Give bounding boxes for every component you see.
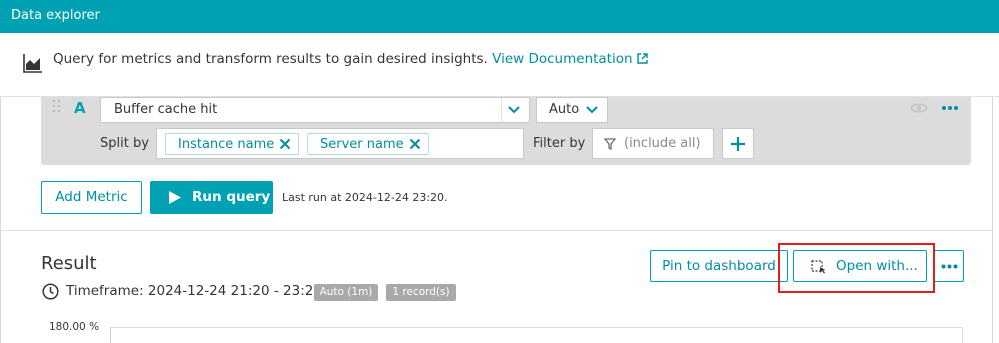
result-title: Result xyxy=(41,253,97,274)
info-text: Query for metrics and transform results … xyxy=(53,51,488,67)
add-metric-button[interactable]: Add Metric xyxy=(41,181,142,214)
more-options-icon[interactable] xyxy=(941,105,959,111)
split-chip-instance-name[interactable]: Instance name xyxy=(165,133,299,155)
left-border xyxy=(0,97,1,343)
filter-by-input[interactable]: (include all) xyxy=(592,128,714,159)
more-actions-button[interactable] xyxy=(933,250,964,282)
aggregation-select[interactable]: Auto xyxy=(536,97,608,123)
last-run-text: Last run at 2024-12-24 23:20. xyxy=(282,191,448,204)
run-query-label: Run query xyxy=(192,189,271,205)
add-filter-button[interactable] xyxy=(722,128,754,159)
filter-icon xyxy=(604,138,616,150)
metric-divider xyxy=(501,98,502,122)
resolution-badge: Auto (1m) xyxy=(314,284,378,301)
metric-value: Buffer cache hit xyxy=(114,102,218,117)
split-chip-label: Server name xyxy=(320,137,404,152)
filter-by-label: Filter by xyxy=(533,136,586,151)
more-options-icon xyxy=(941,264,958,269)
clock-icon xyxy=(42,283,59,300)
query-letter: A xyxy=(74,99,86,117)
external-link-icon xyxy=(636,53,648,64)
y-axis-top-label: 180.00 % xyxy=(49,321,100,333)
view-documentation-link[interactable]: View Documentation xyxy=(492,51,648,67)
split-chip-label: Instance name xyxy=(178,137,275,152)
area-chart-icon xyxy=(23,54,42,73)
record-count-badge: 1 record(s) xyxy=(386,284,456,301)
info-message: Query for metrics and transform results … xyxy=(53,51,648,67)
split-by-input[interactable]: Instance name Server name xyxy=(156,128,524,159)
view-documentation-label: View Documentation xyxy=(492,51,633,67)
eye-icon[interactable] xyxy=(910,102,928,114)
right-border xyxy=(992,97,993,343)
filter-placeholder: (include all) xyxy=(624,136,701,151)
section-divider xyxy=(1,230,992,231)
timeframe-text: Timeframe: 2024-12-24 21:20 - 23:20 xyxy=(66,283,322,299)
close-icon[interactable] xyxy=(279,138,291,150)
chevron-down-icon xyxy=(508,106,520,114)
metric-select[interactable]: Buffer cache hit xyxy=(100,97,530,123)
pin-to-dashboard-button[interactable]: Pin to dashboard xyxy=(650,250,788,282)
chart-area xyxy=(110,327,963,343)
chevron-down-icon xyxy=(586,106,598,114)
title-bar: Data explorer xyxy=(0,0,999,33)
drag-handle-icon[interactable] xyxy=(53,100,61,114)
close-icon[interactable] xyxy=(409,138,421,150)
play-icon xyxy=(169,191,181,204)
plus-icon xyxy=(731,137,745,151)
aggregation-value: Auto xyxy=(549,102,580,117)
run-query-button[interactable]: Run query xyxy=(150,181,273,214)
open-with-highlight xyxy=(778,243,935,293)
split-chip-server-name[interactable]: Server name xyxy=(307,133,429,155)
window-title: Data explorer xyxy=(11,8,100,23)
split-by-label: Split by xyxy=(100,136,149,151)
